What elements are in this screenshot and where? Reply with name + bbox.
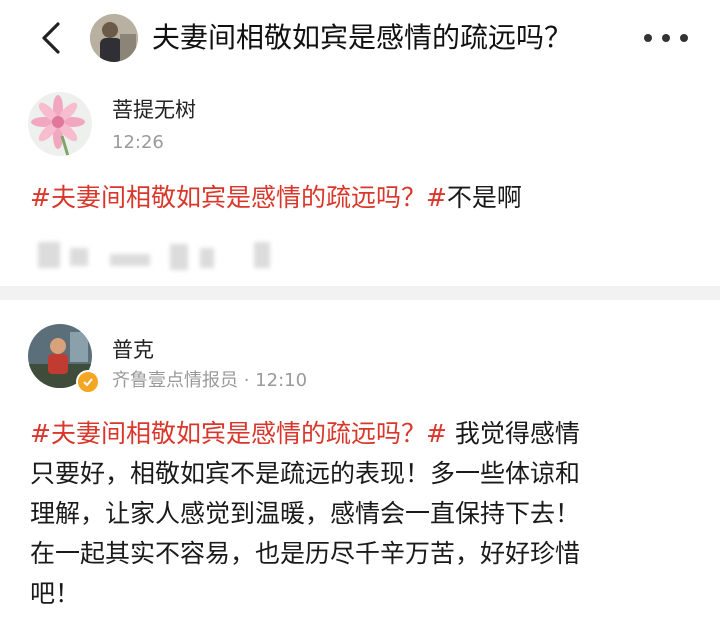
post-text-line: 吧！: [30, 579, 81, 608]
page-title: 夫妻间相敬如宾是感情的疏远吗？: [152, 21, 573, 54]
avatar[interactable]: [28, 92, 92, 156]
top-bar: 夫妻间相敬如宾是感情的疏远吗？: [0, 0, 720, 80]
post-text-line: 我觉得感情: [446, 419, 580, 448]
post-text: 不是啊: [446, 183, 522, 212]
topic-link[interactable]: #夫妻间相敬如宾是感情的疏远吗？#: [30, 419, 447, 448]
author-name[interactable]: 菩提无树: [112, 94, 196, 124]
topic-link[interactable]: #夫妻间相敬如宾是感情的疏远吗？#: [30, 183, 447, 212]
topic-avatar[interactable]: [90, 14, 138, 62]
post-content: #夫妻间相敬如宾是感情的疏远吗？# 我觉得感情 只要好，相敬如宾不是疏远的表现！…: [30, 414, 710, 614]
post-time: 12:26: [112, 132, 164, 153]
post-text-line: 在一起其实不容易，也是历尽千辛万苦，好好珍惜: [30, 539, 581, 568]
blurred-content: [30, 236, 330, 272]
author-meta: 齐鲁壹点情报员 · 12:10: [112, 370, 308, 391]
chevron-left-icon[interactable]: [34, 20, 70, 56]
post-text-line: 只要好，相敬如宾不是疏远的表现！多一些体谅和: [30, 459, 581, 488]
divider: [0, 286, 720, 300]
verified-badge-icon: [76, 370, 100, 394]
author-name[interactable]: 普克: [112, 334, 154, 364]
post-text-line: 理解，让家人感觉到温暖，感情会一直保持下去！: [30, 499, 581, 528]
more-dots-icon[interactable]: [644, 28, 688, 48]
post-content: #夫妻间相敬如宾是感情的疏远吗？#不是啊: [30, 178, 700, 218]
